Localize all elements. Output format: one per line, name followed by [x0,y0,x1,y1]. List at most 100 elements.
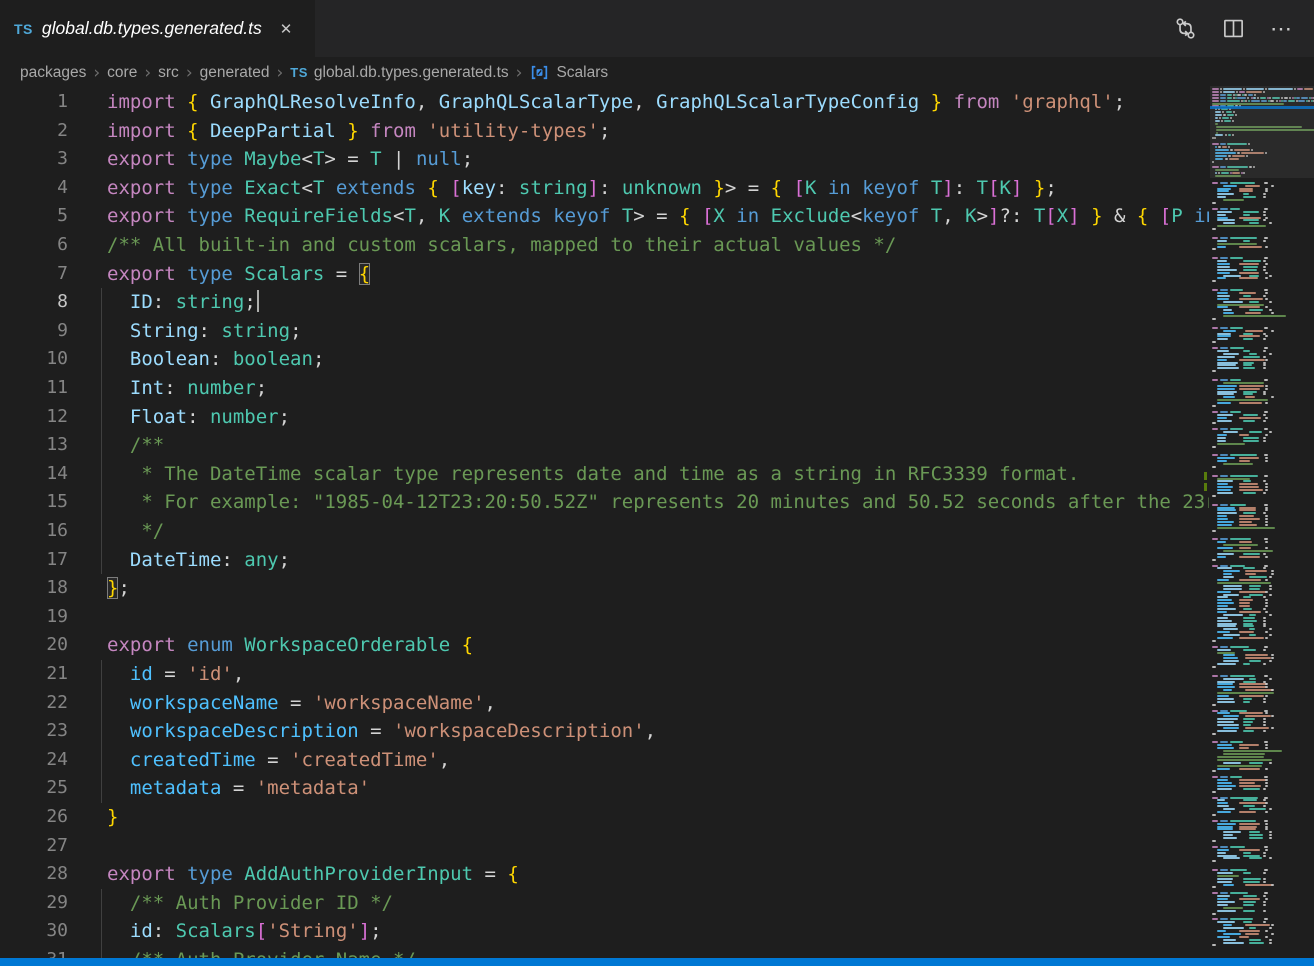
breadcrumb-separator: › [144,63,151,83]
line-number[interactable]: 1 [0,88,68,117]
code-editor[interactable]: 1 import { GraphQLResolveInfo, GraphQLSca… [0,88,1209,958]
line-number[interactable]: 5 [0,202,68,231]
line-number[interactable]: 25 [0,774,68,803]
code-text: workspaceName = 'workspaceName', [107,689,496,718]
code-line-13[interactable]: 13 /** [0,431,1209,460]
breadcrumb-item-scalars[interactable]: Scalars [529,64,608,82]
minimap-slider[interactable] [1210,86,1314,178]
line-number[interactable]: 21 [0,660,68,689]
breadcrumb-item-global-db-types-generated-ts[interactable]: TSglobal.db.types.generated.ts [290,64,508,82]
line-number[interactable]: 12 [0,403,68,432]
line-number[interactable]: 14 [0,460,68,489]
code-text: * The DateTime scalar type represents da… [107,460,1079,489]
code-text: export enum WorkspaceOrderable { [107,631,473,660]
code-line-18[interactable]: 18}; [0,574,1209,603]
vscode-window: TS global.db.types.generated.ts ✕ [0,0,1314,966]
code-text: */ [107,517,164,546]
code-line-11[interactable]: 11 Int: number; [0,374,1209,403]
code-line-20[interactable]: 20 export enum WorkspaceOrderable { [0,631,1209,660]
code-line-2[interactable]: 2import { DeepPartial } from 'utility-ty… [0,117,1209,146]
code-line-29[interactable]: 29 /** Auth Provider ID */ [0,889,1209,918]
line-number[interactable]: 6 [0,231,68,260]
code-text: import { GraphQLResolveInfo, GraphQLScal… [107,88,1125,117]
minimap[interactable] [1210,86,1314,958]
code-text: } [107,803,118,832]
line-number[interactable]: 28 [0,860,68,889]
breadcrumb-item-generated[interactable]: generated [200,64,270,82]
close-tab-icon[interactable]: ✕ [276,18,297,40]
line-number[interactable]: 8 [0,288,68,317]
line-number[interactable]: 29 [0,889,68,918]
code-line-24[interactable]: 24 createdTime = 'createdTime', [0,746,1209,775]
code-line-6[interactable]: 6/** All built-in and custom scalars, ma… [0,231,1209,260]
line-number[interactable]: 3 [0,145,68,174]
line-number[interactable]: 24 [0,746,68,775]
code-line-10[interactable]: 10 Boolean: boolean; [0,345,1209,374]
breadcrumb-item-src[interactable]: src [158,64,179,82]
line-number[interactable]: 11 [0,374,68,403]
status-bar[interactable] [0,958,1314,966]
breadcrumb-label: global.db.types.generated.ts [314,64,509,82]
line-number[interactable]: 10 [0,345,68,374]
line-number[interactable]: 4 [0,174,68,203]
code-text: createdTime = 'createdTime', [107,746,450,775]
split-editor-icon[interactable] [1216,12,1250,46]
line-number[interactable]: 31 [0,946,68,958]
code-line-30[interactable]: 30 id: Scalars['String']; [0,917,1209,946]
code-text: Float: number; [107,403,290,432]
line-number[interactable]: 26 [0,803,68,832]
breadcrumb-label: src [158,64,179,82]
code-line-28[interactable]: 28export type AddAuthProviderInput = { [0,860,1209,889]
line-number[interactable]: 17 [0,546,68,575]
type-symbol-icon [529,64,550,81]
code-text: DateTime: any; [107,546,290,575]
line-number[interactable]: 7 [0,260,68,289]
code-line-16[interactable]: 16 */ [0,517,1209,546]
line-number[interactable]: 30 [0,917,68,946]
code-line-17[interactable]: 17 DateTime: any; [0,546,1209,575]
code-line-9[interactable]: 9 String: string; [0,317,1209,346]
code-line-22[interactable]: 22 workspaceName = 'workspaceName', [0,689,1209,718]
line-number[interactable]: 13 [0,431,68,460]
line-number[interactable]: 20 [0,631,68,660]
line-number[interactable]: 27 [0,832,68,861]
code-line-1[interactable]: 1 import { GraphQLResolveInfo, GraphQLSca… [0,88,1209,117]
code-line-7[interactable]: 7 export type Scalars = { [0,260,1209,289]
breadcrumb-label: core [107,64,137,82]
code-line-23[interactable]: 23 workspaceDescription = 'workspaceDesc… [0,717,1209,746]
code-line-27[interactable]: 27 [0,832,1209,861]
breadcrumb-item-packages[interactable]: packages [20,64,86,82]
code-line-5[interactable]: 5export type RequireFields<T, K extends … [0,202,1209,231]
compare-changes-icon[interactable] [1168,12,1202,46]
line-number[interactable]: 18 [0,574,68,603]
line-number[interactable]: 9 [0,317,68,346]
code-text: export type Scalars = { [107,260,370,289]
more-actions-icon[interactable]: ⋯ [1264,12,1298,46]
breadcrumb-separator: › [93,63,100,83]
code-text: * For example: "1985-04-12T23:20:50.52Z"… [107,488,1209,517]
code-line-4[interactable]: 4 export type Exact<T extends { [key: str… [0,174,1209,203]
code-line-31[interactable]: 31 /** Auth Provider Name */ [0,946,1209,958]
code-line-19[interactable]: 19 [0,603,1209,632]
code-line-15[interactable]: 15 * For example: "1985-04-12T23:20:50.5… [0,488,1209,517]
line-number[interactable]: 2 [0,117,68,146]
breadcrumb-item-core[interactable]: core [107,64,137,82]
code-text: /** [107,431,164,460]
tab-global-db-types[interactable]: TS global.db.types.generated.ts ✕ [0,0,316,57]
code-text: export type Exact<T extends { [key: stri… [107,174,1057,203]
line-number[interactable]: 19 [0,603,68,632]
code-line-8[interactable]: 8 ID: string; [0,288,1209,317]
code-text: /** Auth Provider Name */ [107,946,416,958]
line-number[interactable]: 22 [0,689,68,718]
code-text: ID: string; [107,288,259,317]
line-number[interactable]: 15 [0,488,68,517]
code-line-25[interactable]: 25 metadata = 'metadata' [0,774,1209,803]
line-number[interactable]: 16 [0,517,68,546]
line-number[interactable]: 23 [0,717,68,746]
code-line-14[interactable]: 14 * The DateTime scalar type represents… [0,460,1209,489]
code-line-3[interactable]: 3export type Maybe<T> = T | null; [0,145,1209,174]
indent-guide [101,660,102,803]
code-line-21[interactable]: 21 id = 'id', [0,660,1209,689]
code-line-12[interactable]: 12 Float: number; [0,403,1209,432]
code-line-26[interactable]: 26} [0,803,1209,832]
